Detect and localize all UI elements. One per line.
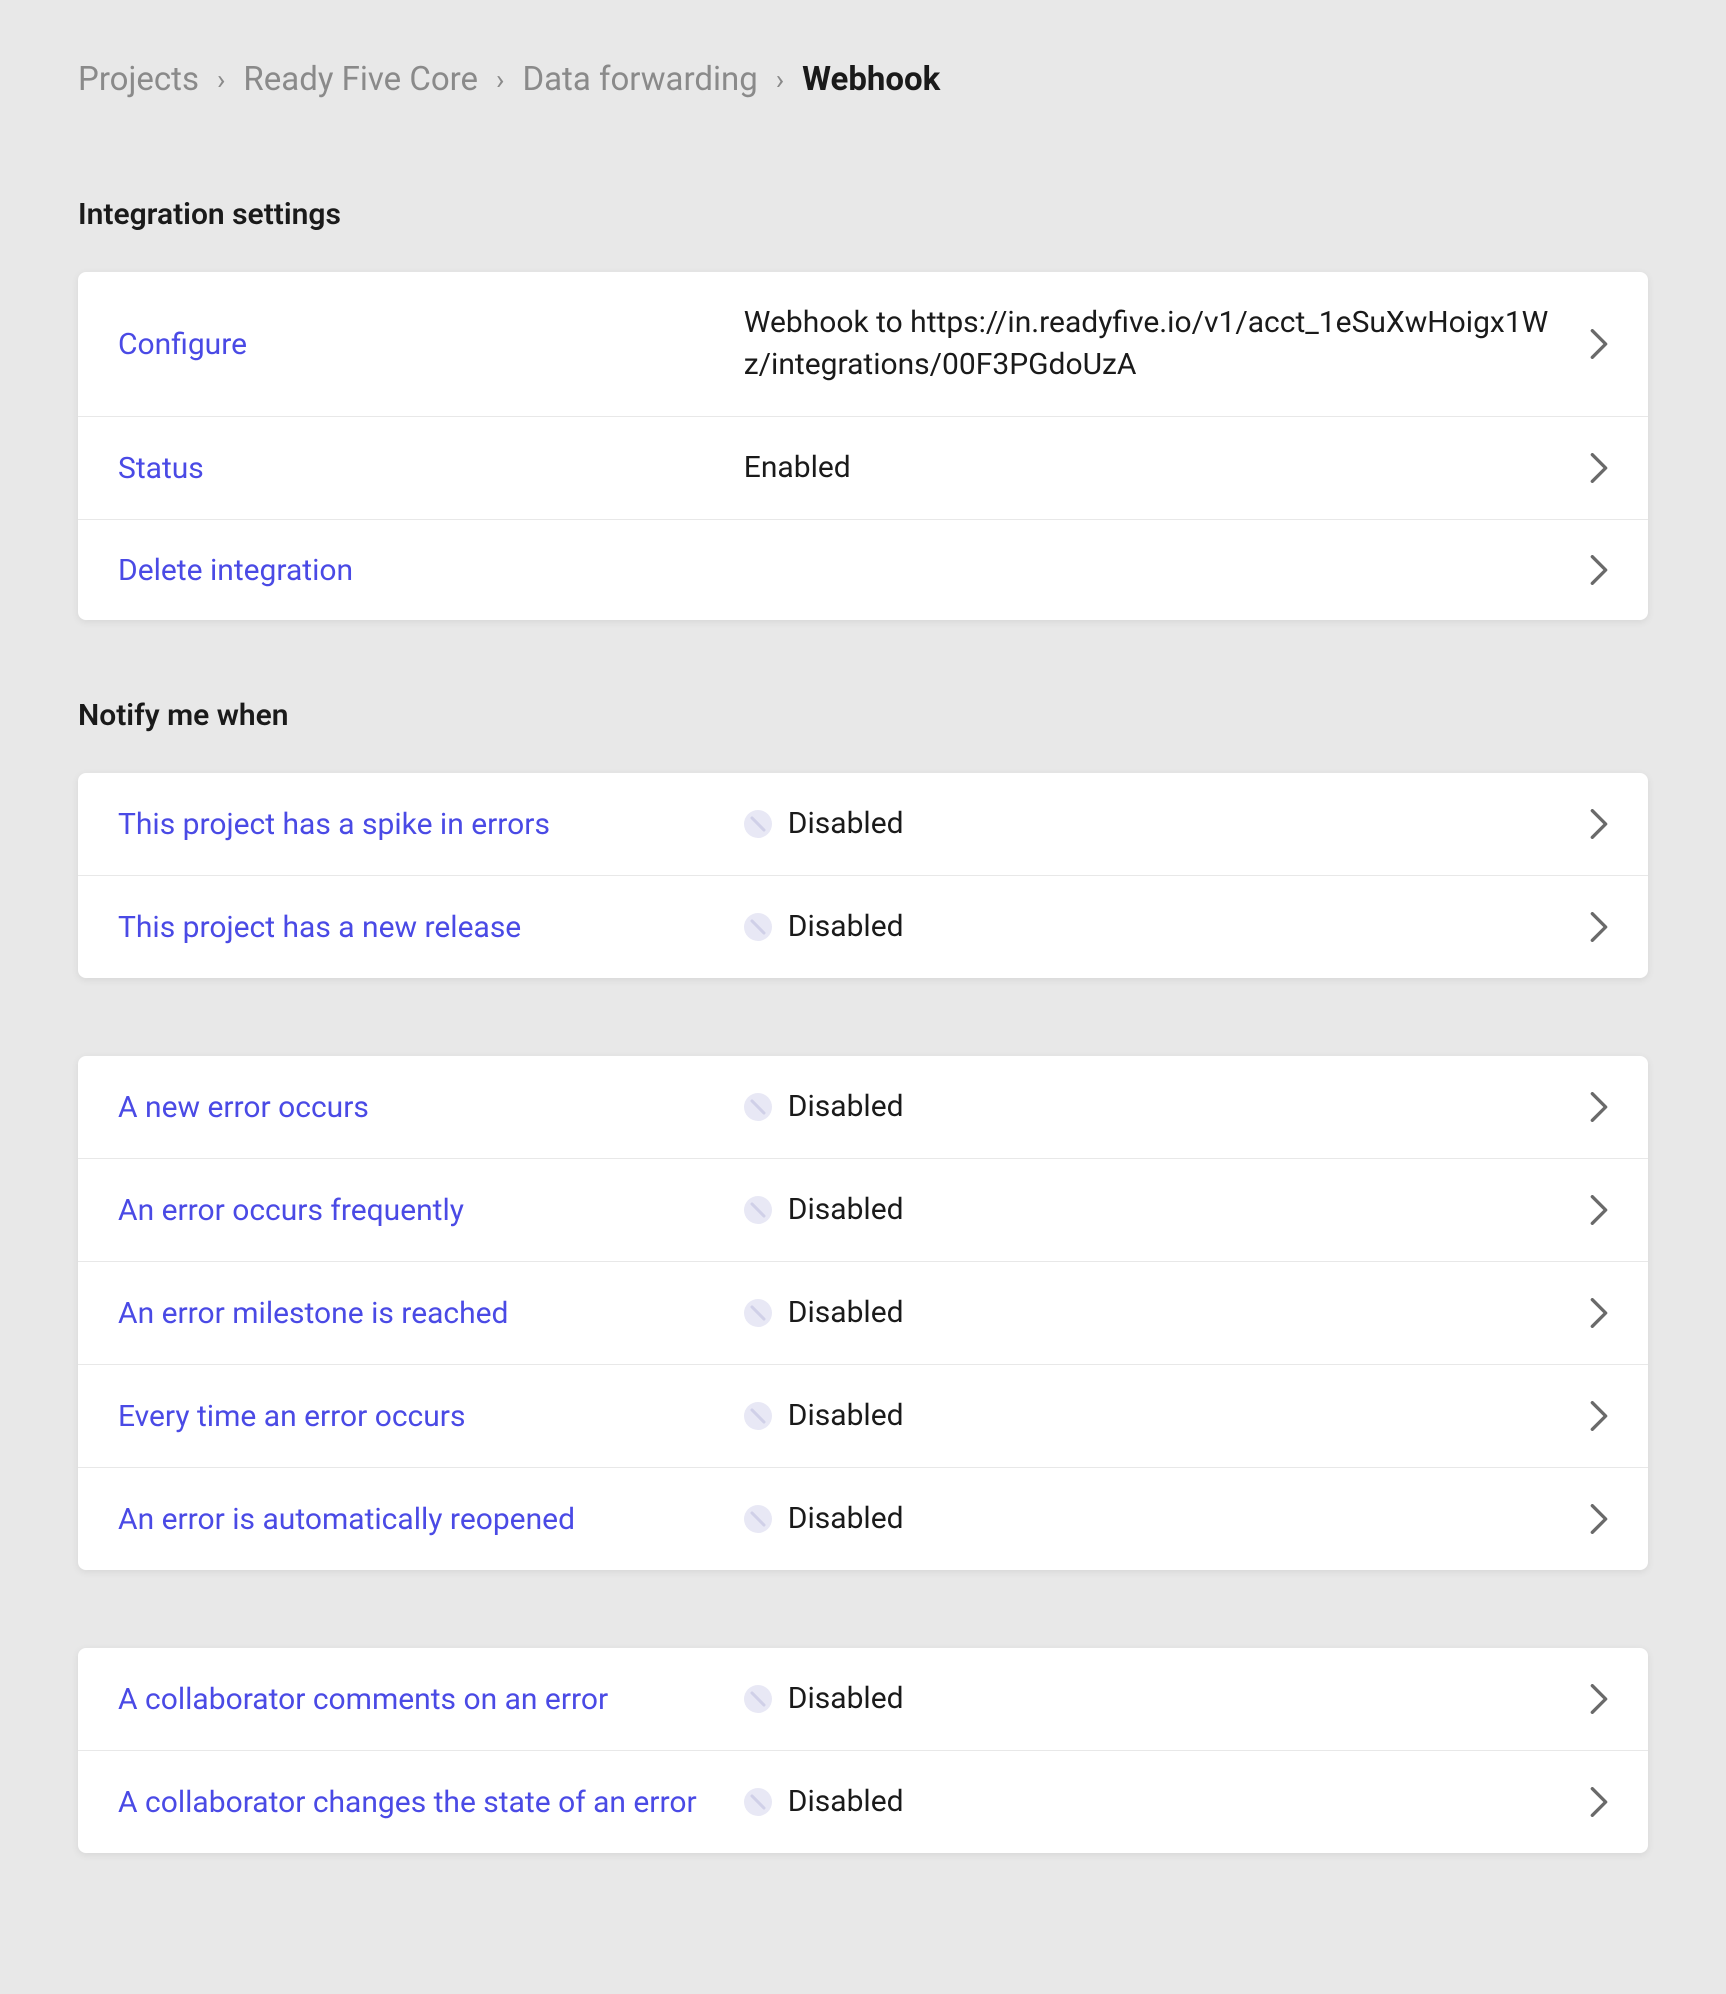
notify-error-reopened-label: An error is automatically reopened	[118, 1502, 744, 1537]
chevron-right-icon	[1570, 555, 1608, 585]
notify-new-release-label: This project has a new release	[118, 910, 744, 945]
chevron-right-icon	[1570, 453, 1608, 483]
disabled-icon	[744, 1299, 772, 1327]
chevron-right-icon	[1570, 1684, 1608, 1714]
delete-integration-row[interactable]: Delete integration	[78, 520, 1648, 620]
notify-group-project-card: This project has a spike in errors Disab…	[78, 773, 1648, 978]
status-row[interactable]: Status Enabled	[78, 417, 1648, 520]
notify-error-milestone-label: An error milestone is reached	[118, 1296, 744, 1331]
notify-error-reopened-row[interactable]: An error is automatically reopened Disab…	[78, 1468, 1648, 1570]
integration-settings-card: Configure Webhook to https://in.readyfiv…	[78, 272, 1648, 620]
chevron-right-icon	[1570, 1504, 1608, 1534]
notify-error-milestone-row[interactable]: An error milestone is reached Disabled	[78, 1262, 1648, 1365]
notify-new-release-value: Disabled	[788, 906, 904, 948]
notify-title: Notify me when	[78, 698, 1648, 733]
disabled-icon	[744, 1685, 772, 1713]
chevron-right-icon	[1570, 1092, 1608, 1122]
chevron-right-icon: ›	[776, 63, 784, 96]
notify-collab-comments-row[interactable]: A collaborator comments on an error Disa…	[78, 1648, 1648, 1751]
notify-spike-errors-value: Disabled	[788, 803, 904, 845]
disabled-icon	[744, 1196, 772, 1224]
chevron-right-icon	[1570, 1195, 1608, 1225]
notify-new-error-value: Disabled	[788, 1086, 904, 1128]
disabled-icon	[744, 1505, 772, 1533]
breadcrumb-data-forwarding[interactable]: Data forwarding	[522, 60, 757, 99]
chevron-right-icon: ›	[496, 63, 504, 96]
status-value: Enabled	[744, 447, 851, 489]
notify-collab-state-row[interactable]: A collaborator changes the state of an e…	[78, 1751, 1648, 1853]
disabled-icon	[744, 1402, 772, 1430]
notify-new-error-row[interactable]: A new error occurs Disabled	[78, 1056, 1648, 1159]
breadcrumb: Projects › Ready Five Core › Data forwar…	[78, 60, 1648, 99]
notify-every-error-value: Disabled	[788, 1395, 904, 1437]
status-label: Status	[118, 451, 744, 486]
disabled-icon	[744, 913, 772, 941]
notify-group-errors-card: A new error occurs Disabled An error occ…	[78, 1056, 1648, 1570]
chevron-right-icon: ›	[217, 63, 225, 96]
configure-label: Configure	[118, 327, 744, 362]
notify-error-frequently-label: An error occurs frequently	[118, 1193, 744, 1228]
chevron-right-icon	[1570, 1401, 1608, 1431]
chevron-right-icon	[1570, 912, 1608, 942]
chevron-right-icon	[1570, 1298, 1608, 1328]
disabled-icon	[744, 1093, 772, 1121]
notify-spike-errors-label: This project has a spike in errors	[118, 807, 744, 842]
notify-group-collaborators-card: A collaborator comments on an error Disa…	[78, 1648, 1648, 1853]
notify-collab-state-value: Disabled	[788, 1781, 904, 1823]
disabled-icon	[744, 1788, 772, 1816]
notify-spike-errors-row[interactable]: This project has a spike in errors Disab…	[78, 773, 1648, 876]
notify-collab-comments-label: A collaborator comments on an error	[118, 1682, 744, 1717]
notify-every-error-row[interactable]: Every time an error occurs Disabled	[78, 1365, 1648, 1468]
notify-new-error-label: A new error occurs	[118, 1090, 744, 1125]
disabled-icon	[744, 810, 772, 838]
notify-collab-comments-value: Disabled	[788, 1678, 904, 1720]
notify-error-reopened-value: Disabled	[788, 1498, 904, 1540]
notify-every-error-label: Every time an error occurs	[118, 1399, 744, 1434]
integration-settings-title: Integration settings	[78, 197, 1648, 232]
configure-value: Webhook to https://in.readyfive.io/v1/ac…	[744, 302, 1570, 386]
chevron-right-icon	[1570, 809, 1608, 839]
breadcrumb-projects[interactable]: Projects	[78, 60, 199, 99]
notify-collab-state-label: A collaborator changes the state of an e…	[118, 1785, 744, 1820]
chevron-right-icon	[1570, 1787, 1608, 1817]
notify-error-frequently-value: Disabled	[788, 1189, 904, 1231]
delete-integration-label: Delete integration	[118, 553, 744, 588]
notify-new-release-row[interactable]: This project has a new release Disabled	[78, 876, 1648, 978]
breadcrumb-ready-five-core[interactable]: Ready Five Core	[243, 60, 478, 99]
notify-error-milestone-value: Disabled	[788, 1292, 904, 1334]
configure-row[interactable]: Configure Webhook to https://in.readyfiv…	[78, 272, 1648, 417]
chevron-right-icon	[1570, 329, 1608, 359]
notify-error-frequently-row[interactable]: An error occurs frequently Disabled	[78, 1159, 1648, 1262]
breadcrumb-webhook: Webhook	[802, 60, 940, 99]
